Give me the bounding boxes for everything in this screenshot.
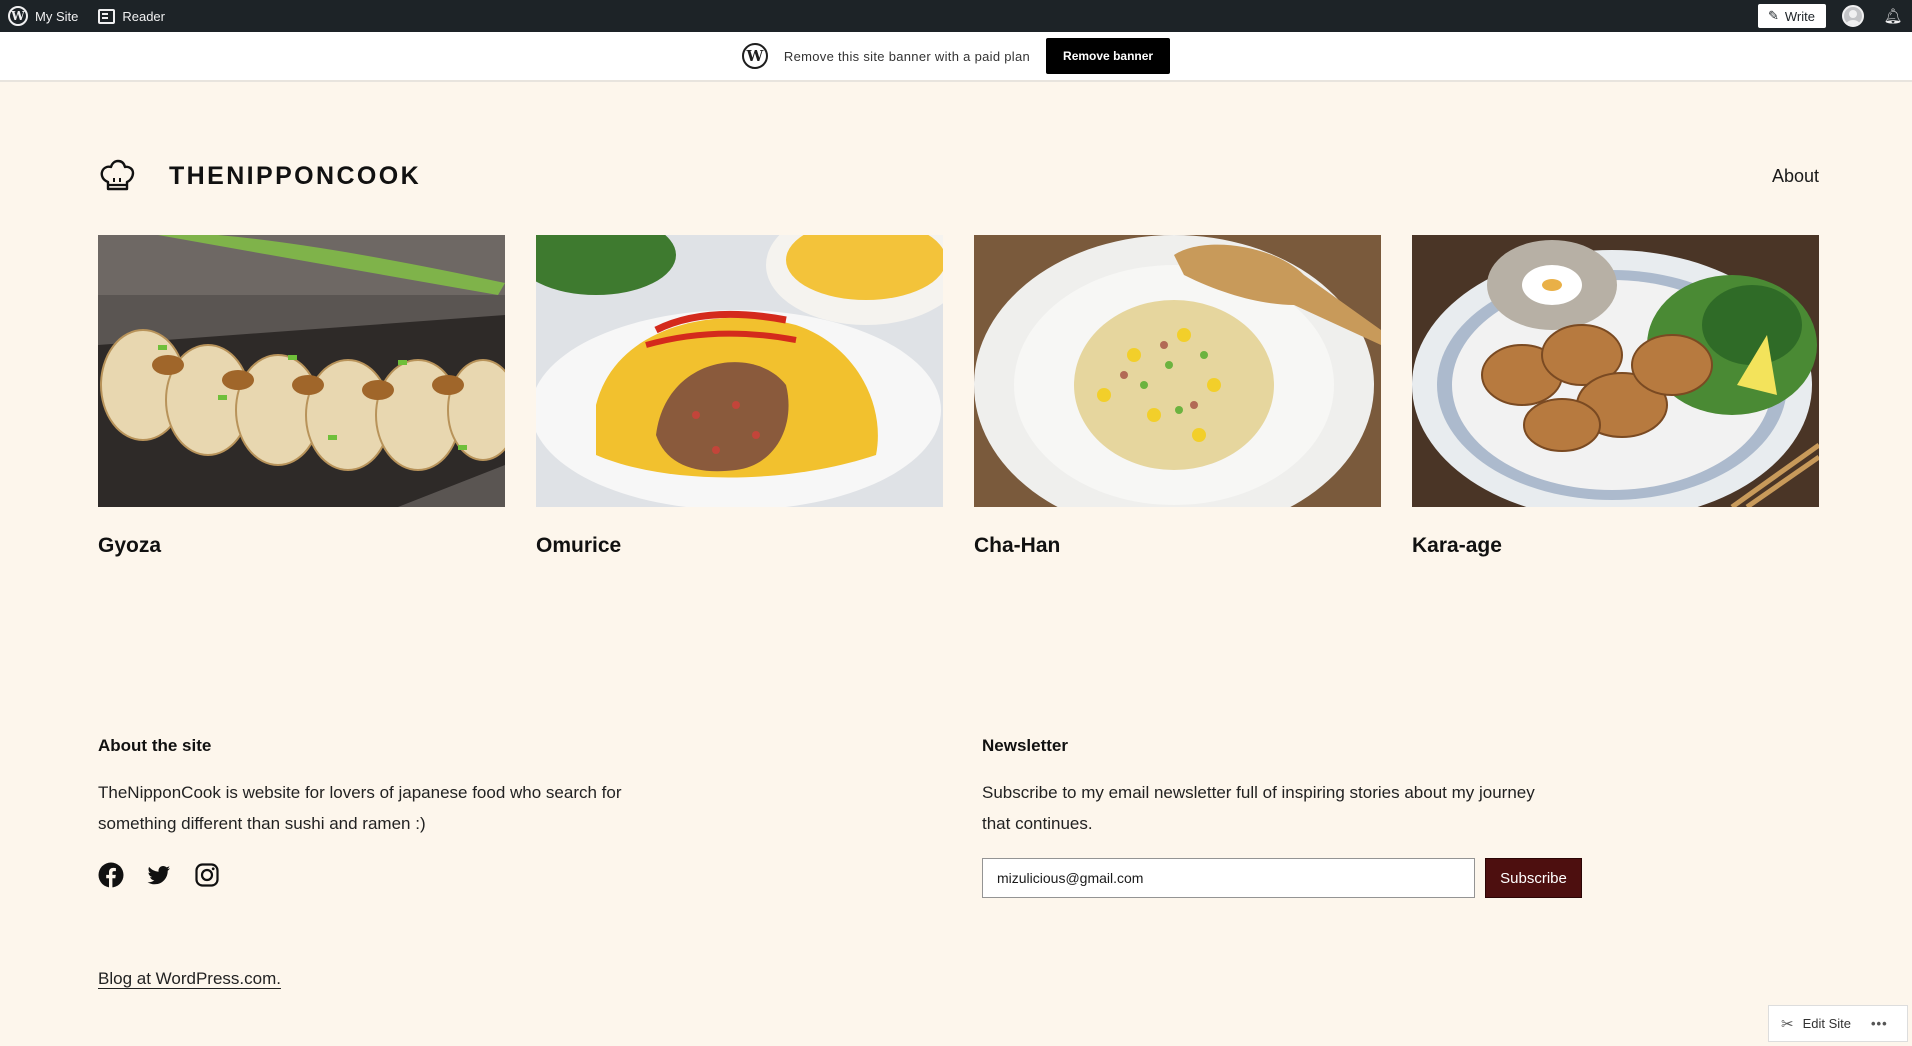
notifications-icon[interactable]: 🔔︎ [1878, 0, 1908, 32]
wordpress-logo-icon: W [8, 6, 28, 26]
write-button[interactable]: ✎ Write [1757, 4, 1826, 28]
post-card-cha-han: Cha-Han [974, 235, 1381, 558]
site-title[interactable]: THENIPPONCOOK [169, 162, 421, 191]
edit-site-button[interactable]: Edit Site [1803, 1016, 1851, 1031]
more-options-icon[interactable]: ••• [1871, 1016, 1888, 1031]
write-label: Write [1784, 8, 1815, 24]
post-card-gyoza: Gyoza [98, 235, 519, 558]
pen-icon: ✎ [1767, 8, 1779, 23]
post-title-cha-han[interactable]: Cha-Han [974, 534, 1381, 558]
newsletter-title: Newsletter [982, 736, 1068, 755]
remove-banner-button[interactable]: Remove banner [1046, 38, 1171, 74]
newsletter-text-line-2: that continues. [982, 814, 1093, 833]
admin-bar-right: ✎ Write 🔔︎ [1757, 0, 1912, 32]
about-title: About the site [98, 736, 212, 755]
edit-site-bar: ✂︎ Edit Site ••• [1768, 1005, 1908, 1042]
site-banner: W Remove this site banner with a paid pl… [0, 32, 1912, 82]
about-text-line-2: something different than sushi and ramen… [98, 814, 426, 833]
email-field[interactable] [982, 858, 1475, 898]
kara-age-photo[interactable] [1412, 235, 1821, 520]
post-title-gyoza[interactable]: Gyoza [98, 534, 505, 558]
facebook-icon[interactable] [98, 862, 124, 888]
post-card-omurice: Omurice [516, 205, 966, 558]
chef-hat-icon[interactable] [98, 158, 136, 196]
tools-icon: ✂︎ [1781, 1015, 1794, 1033]
gyoza-photo[interactable] [98, 235, 519, 507]
subscribe-button[interactable]: Subscribe [1485, 858, 1582, 898]
cha-han-photo[interactable] [974, 235, 1381, 535]
omurice-photo[interactable] [516, 205, 966, 510]
my-site-menu[interactable]: W My Site [0, 0, 88, 32]
admin-bar: W My Site Reader ✎ Write 🔔︎ [0, 0, 1912, 32]
my-site-label: My Site [35, 8, 79, 24]
post-title-omurice[interactable]: Omurice [536, 534, 943, 558]
site-header: THENIPPONCOOK About [98, 158, 1819, 198]
instagram-icon[interactable] [194, 862, 220, 888]
about-text-line-1: TheNipponCook is website for lovers of j… [98, 783, 622, 802]
wordpress-credit-link[interactable]: Blog at WordPress.com. [98, 969, 281, 989]
post-grid: Gyoza Omurice Cha-Han Kara-age [98, 205, 1821, 558]
post-card-kara-age: Kara-age [1412, 235, 1821, 558]
banner-text: Remove this site banner with a paid plan [783, 48, 1031, 64]
social-links [98, 862, 220, 888]
reader-label: Reader [122, 8, 165, 24]
twitter-icon[interactable] [146, 862, 172, 888]
nav-about-link[interactable]: About [1772, 166, 1819, 187]
reader-menu[interactable]: Reader [88, 0, 175, 32]
avatar[interactable] [1842, 5, 1864, 27]
post-title-kara-age[interactable]: Kara-age [1412, 534, 1819, 558]
reader-icon [98, 8, 116, 24]
newsletter-text-line-1: Subscribe to my email newsletter full of… [982, 783, 1535, 802]
wordpress-logo-icon: W [741, 43, 768, 69]
